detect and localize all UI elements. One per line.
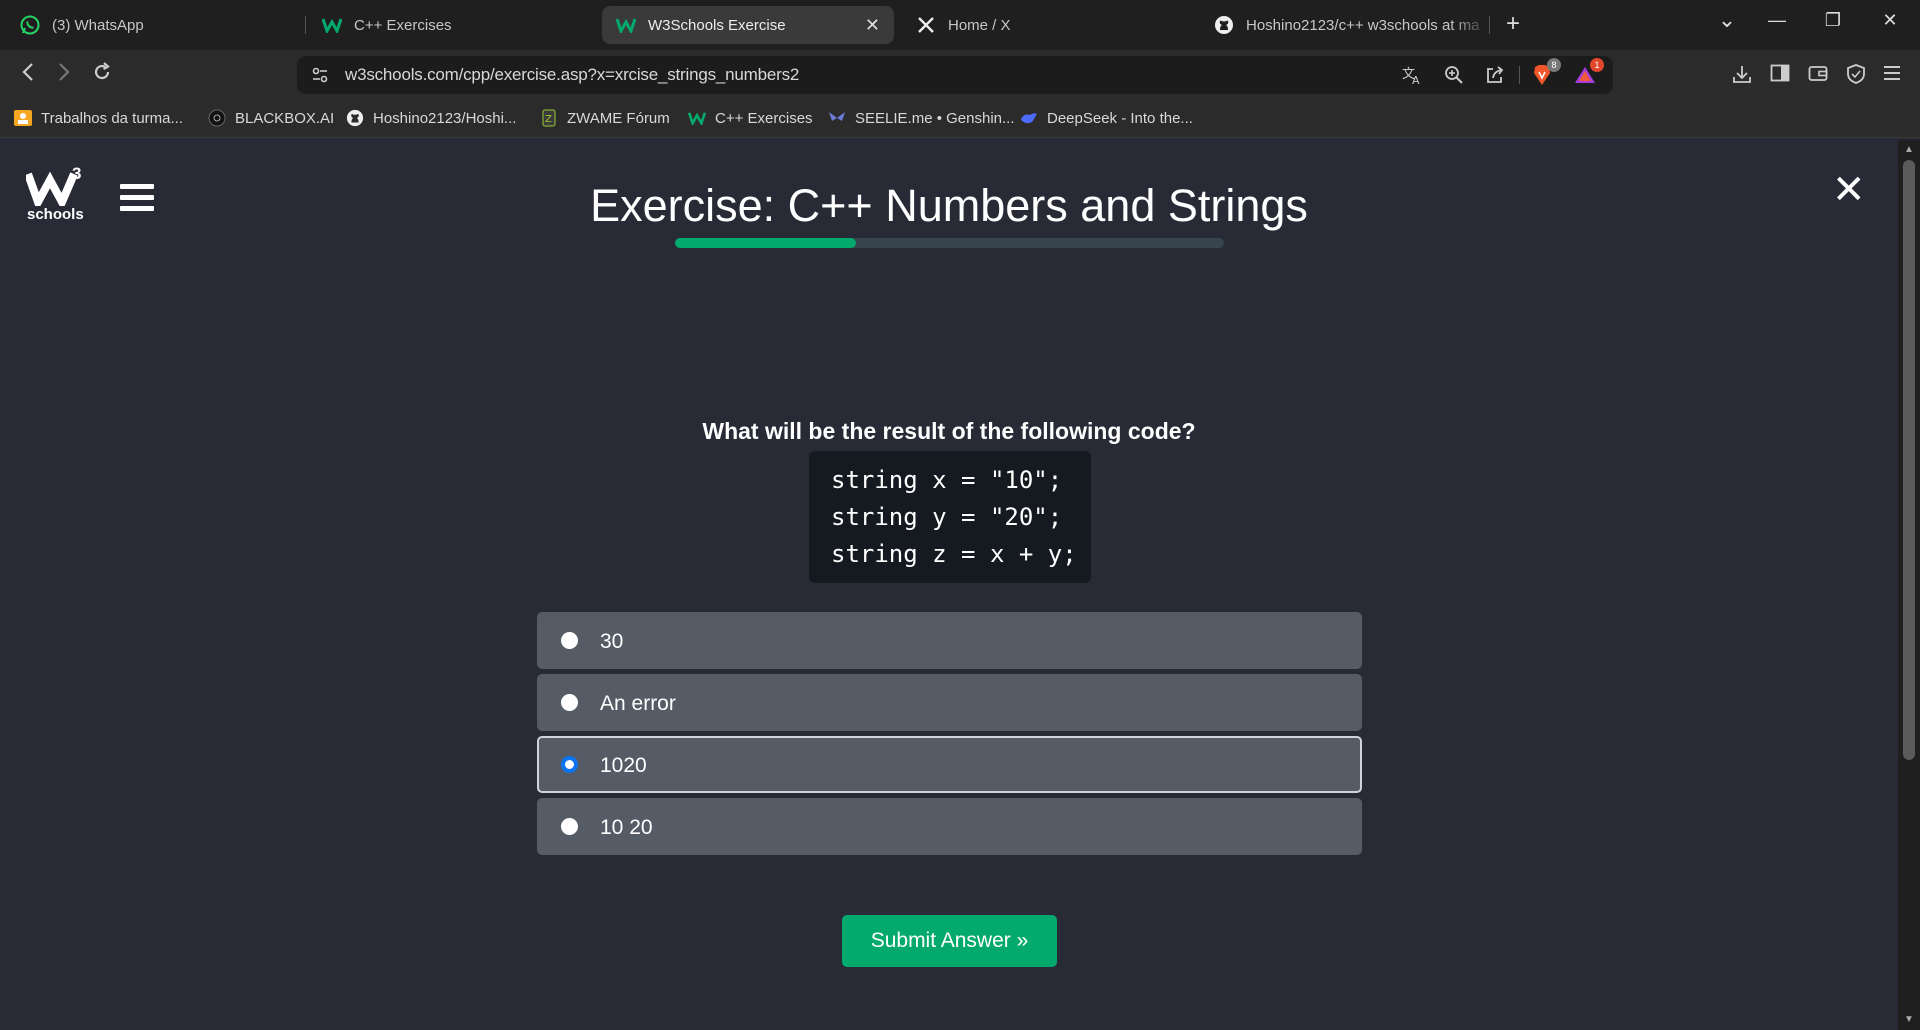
deepseek-icon	[1020, 109, 1038, 127]
tab-separator	[305, 16, 306, 34]
bookmark-deepseek[interactable]: DeepSeek - Into the...	[1020, 109, 1193, 127]
progress-bar	[675, 238, 1224, 248]
bookmark-github[interactable]: Hoshino2123/Hoshi...	[346, 109, 516, 127]
tab-whatsapp[interactable]: (3) WhatsApp	[6, 6, 306, 44]
answer-label: 30	[600, 630, 624, 653]
brave-rewards-icon[interactable]: 1	[1572, 58, 1604, 86]
address-bar[interactable]: w3schools.com/cpp/exercise.asp?x=xrcise_…	[297, 56, 1613, 94]
rewards-count-badge: 1	[1590, 58, 1604, 72]
zoom-icon[interactable]	[1441, 64, 1467, 86]
download-icon[interactable]	[1730, 64, 1754, 86]
sidebar-toggle-icon[interactable]	[1768, 64, 1792, 86]
bookmark-blackbox[interactable]: BLACKBOX.AI	[208, 109, 334, 127]
translate-icon[interactable]: 文A	[1400, 64, 1426, 86]
seelie-icon	[828, 109, 846, 127]
tab-w3schools-exercise[interactable]: W3Schools Exercise ✕	[602, 6, 894, 44]
tab-github[interactable]: Hoshino2123/c++ w3schools at ma	[1200, 6, 1490, 44]
tab-title: C++ Exercises	[354, 16, 452, 34]
scrollbar-thumb[interactable]	[1903, 160, 1915, 760]
close-exercise-icon[interactable]: ✕	[1832, 170, 1866, 210]
progress-fill	[675, 238, 857, 248]
bookmark-cpp-exercises[interactable]: C++ Exercises	[688, 109, 813, 127]
answer-label: An error	[600, 692, 676, 715]
radio-button[interactable]	[561, 632, 578, 649]
github-icon	[346, 109, 364, 127]
share-icon[interactable]	[1482, 64, 1508, 86]
bookmark-zwame[interactable]: Z ZWAME Fórum	[540, 109, 670, 127]
whatsapp-icon	[20, 15, 40, 35]
classroom-icon	[14, 109, 32, 127]
scroll-down-icon[interactable]: ▼	[1904, 1014, 1914, 1025]
url-text[interactable]: w3schools.com/cpp/exercise.asp?x=xrcise_…	[345, 65, 799, 85]
close-tab-icon[interactable]: ✕	[865, 15, 880, 36]
radio-button[interactable]	[561, 694, 578, 711]
answer-option[interactable]: An error	[537, 674, 1362, 731]
tab-x-home[interactable]: Home / X	[902, 6, 1202, 44]
reload-icon[interactable]	[88, 62, 116, 88]
tab-title: Hoshino2123/c++ w3schools at ma	[1246, 16, 1480, 34]
brave-shields-icon[interactable]: 8	[1529, 58, 1561, 86]
restore-icon[interactable]: ❐	[1818, 10, 1848, 31]
shields-count-badge: 8	[1547, 58, 1561, 72]
w3schools-icon	[616, 15, 636, 35]
scroll-up-icon[interactable]: ▲	[1904, 144, 1914, 155]
menu-icon[interactable]	[1880, 64, 1904, 86]
svg-text:A: A	[1412, 74, 1420, 85]
page-scrollbar[interactable]: ▲ ▼	[1898, 140, 1920, 1030]
svg-text:Z: Z	[545, 114, 552, 125]
answer-label: 10 20	[600, 816, 653, 839]
tab-title: W3Schools Exercise	[648, 16, 786, 34]
answer-option[interactable]: 30	[537, 612, 1362, 669]
tab-separator	[1489, 16, 1490, 34]
forward-icon[interactable]	[50, 62, 78, 88]
radio-button[interactable]	[561, 818, 578, 835]
tab-title: (3) WhatsApp	[52, 16, 144, 34]
radio-button[interactable]	[561, 756, 578, 773]
minimize-icon[interactable]: —	[1762, 10, 1792, 31]
answer-label: 1020	[600, 754, 647, 777]
submit-answer-button[interactable]: Submit Answer »	[842, 915, 1057, 967]
new-tab-button[interactable]: +	[1506, 10, 1520, 38]
tab-title: Home / X	[948, 16, 1011, 34]
question-text: What will be the result of the following…	[702, 418, 1196, 444]
github-icon	[1214, 15, 1234, 35]
blackbox-icon	[208, 109, 226, 127]
tab-strip: (3) WhatsApp C++ Exercises W3Schools Exe…	[0, 0, 1920, 50]
window-close-icon[interactable]: ✕	[1875, 10, 1905, 31]
x-icon	[916, 15, 936, 35]
tab-cpp-exercises[interactable]: C++ Exercises	[308, 6, 608, 44]
back-icon[interactable]	[14, 62, 42, 88]
vpn-shield-icon[interactable]	[1844, 64, 1868, 86]
bookmarks-bar: Trabalhos da turma... BLACKBOX.AI Hoshin…	[0, 100, 1920, 138]
w3schools-icon	[322, 15, 342, 35]
page-title: Exercise: C++ Numbers and Strings	[590, 180, 1308, 231]
zwame-icon: Z	[540, 109, 558, 127]
tab-search-dropdown-icon[interactable]: ⌄	[1712, 7, 1742, 33]
answer-option[interactable]: 10 20	[537, 798, 1362, 855]
wallet-icon[interactable]	[1806, 64, 1830, 86]
answer-option[interactable]: 1020	[537, 736, 1362, 793]
bookmark-classroom[interactable]: Trabalhos da turma...	[14, 109, 183, 127]
navigation-bar: w3schools.com/cpp/exercise.asp?x=xrcise_…	[0, 50, 1920, 100]
exercise-page: 3 schools Exercise: C++ Numbers and Stri…	[0, 140, 1898, 1030]
code-block: string x = "10"; string y = "20"; string…	[809, 451, 1091, 583]
w3schools-icon	[688, 109, 706, 127]
site-settings-icon[interactable]	[311, 66, 329, 89]
bookmark-seelie[interactable]: SEELIE.me • Genshin...	[828, 109, 1015, 127]
